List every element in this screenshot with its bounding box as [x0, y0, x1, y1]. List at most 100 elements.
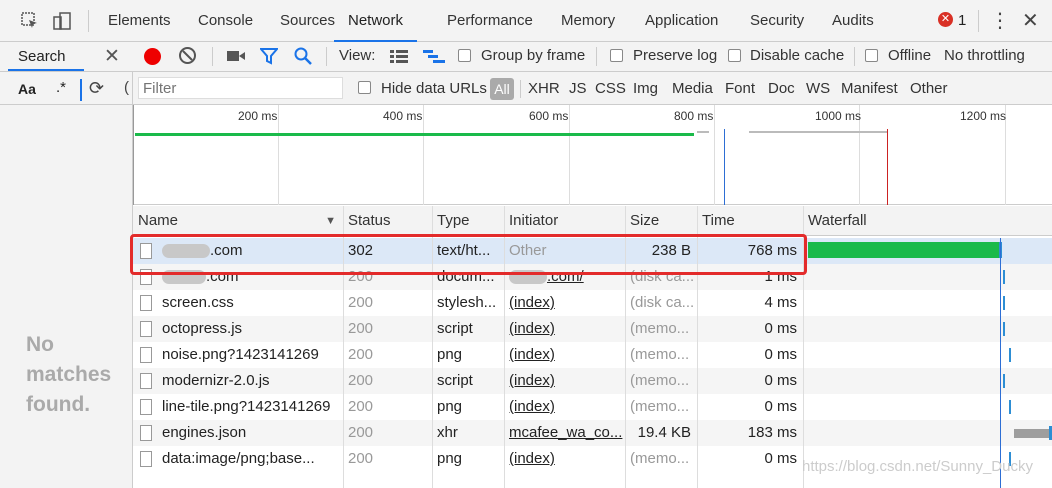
- request-size: (memo...: [630, 372, 690, 389]
- search-tab-underline: [8, 69, 84, 71]
- request-type: png: [437, 450, 463, 467]
- close-search-icon[interactable]: ✕: [104, 45, 120, 68]
- tab-performance[interactable]: Performance: [447, 0, 533, 42]
- offline-checkbox[interactable]: [865, 49, 878, 62]
- request-time: 0 ms: [764, 320, 797, 337]
- tab-elements[interactable]: Elements: [108, 0, 171, 42]
- request-type: stylesh...: [437, 294, 497, 311]
- filter-bar: Hide data URLs All XHR JS CSS Img Media …: [133, 72, 1052, 105]
- request-initiator: mcafee_wa_co...: [509, 424, 623, 441]
- col-header-status[interactable]: Status: [343, 206, 432, 236]
- col-header-name[interactable]: Name ▼: [133, 206, 343, 236]
- filter-type-img[interactable]: Img: [633, 72, 658, 105]
- table-row[interactable]: line-tile.png?1423141269 200 png (index) (me…: [133, 394, 1052, 420]
- match-case-button[interactable]: Aa: [18, 81, 36, 97]
- col-header-initiator[interactable]: Initiator: [504, 206, 625, 236]
- request-initiator: (index): [509, 450, 555, 467]
- preserve-log-label[interactable]: Preserve log: [633, 42, 717, 70]
- clear-log-icon[interactable]: [179, 47, 196, 64]
- filter-type-font[interactable]: Font: [725, 72, 755, 105]
- timeline-overview[interactable]: 200 ms 400 ms 600 ms 800 ms 1000 ms 1200…: [133, 105, 1052, 205]
- tab-network[interactable]: Network: [334, 0, 418, 42]
- filter-type-other[interactable]: Other: [910, 72, 948, 105]
- request-initiator: (index): [509, 346, 555, 363]
- filter-type-doc[interactable]: Doc: [768, 72, 795, 105]
- large-rows-icon[interactable]: [390, 49, 408, 67]
- disable-cache-checkbox[interactable]: [728, 49, 741, 62]
- table-row[interactable]: modernizr-2.0.js 200 script (index) (memo...…: [133, 368, 1052, 394]
- record-icon[interactable]: [144, 48, 161, 65]
- filter-type-ws[interactable]: WS: [806, 72, 830, 105]
- col-header-waterfall[interactable]: Waterfall: [803, 206, 1052, 236]
- waterfall-bar: [1003, 322, 1006, 336]
- close-devtools-icon[interactable]: ✕: [1022, 0, 1039, 42]
- search-icon[interactable]: [294, 47, 313, 70]
- request-time: 0 ms: [764, 398, 797, 415]
- waterfall-bar: [1003, 296, 1006, 310]
- hide-data-urls-label[interactable]: Hide data URLs: [381, 72, 487, 105]
- col-header-time[interactable]: Time: [697, 206, 803, 236]
- request-name: engines.json: [133, 420, 343, 446]
- error-count[interactable]: 1: [958, 0, 966, 42]
- disable-cache-label[interactable]: Disable cache: [750, 42, 844, 70]
- request-status: 200: [348, 398, 374, 415]
- tab-audits[interactable]: Audits: [832, 0, 874, 42]
- request-rows: .com 302 text/ht... Other 238 B 768 ms .com 200…: [133, 238, 1052, 488]
- waterfall-bar: [1014, 429, 1052, 438]
- inspect-element-icon[interactable]: [20, 11, 40, 31]
- tab-console[interactable]: Console: [198, 0, 253, 42]
- waterfall-bar: [1003, 374, 1006, 388]
- search-panel: Search ✕ Aa .* ⟳ ( No matches found.: [0, 42, 133, 488]
- filter-type-css[interactable]: CSS: [595, 72, 626, 105]
- search-input-caret[interactable]: [80, 79, 82, 101]
- filter-type-all[interactable]: All: [490, 78, 514, 100]
- filter-type-manifest[interactable]: Manifest: [841, 72, 898, 105]
- dom-content-loaded-line: [724, 129, 725, 205]
- request-name: noise.png?1423141269: [133, 342, 343, 368]
- timeline-tick: 1200 ms: [960, 109, 1007, 123]
- filter-type-xhr[interactable]: XHR: [528, 72, 560, 105]
- table-row[interactable]: engines.json 200 xhr mcafee_wa_co... 19.4 KB…: [133, 420, 1052, 446]
- timeline-tick: 1000 ms: [815, 109, 862, 123]
- search-tab[interactable]: Search: [18, 48, 66, 65]
- table-row[interactable]: octopress.js 200 script (index) (memo... 0 ms: [133, 316, 1052, 342]
- filter-type-js[interactable]: JS: [569, 72, 587, 105]
- hide-data-urls-checkbox[interactable]: [358, 81, 371, 94]
- table-row[interactable]: noise.png?1423141269 200 png (index) (memo..…: [133, 342, 1052, 368]
- tab-sources[interactable]: Sources: [280, 0, 335, 42]
- request-type: xhr: [437, 424, 458, 441]
- col-header-type[interactable]: Type: [432, 206, 504, 236]
- offline-label[interactable]: Offline: [888, 42, 931, 70]
- tab-security[interactable]: Security: [750, 0, 804, 42]
- refresh-icon[interactable]: ⟳: [89, 78, 104, 99]
- request-name: line-tile.png?1423141269: [133, 394, 343, 420]
- group-by-frame-checkbox[interactable]: [458, 49, 471, 62]
- request-name: modernizr-2.0.js: [133, 368, 343, 394]
- group-by-frame-label[interactable]: Group by frame: [481, 42, 585, 70]
- request-status: 200: [348, 424, 374, 441]
- filter-icon[interactable]: [258, 47, 280, 69]
- overview-gray-bar: [697, 131, 709, 133]
- device-toolbar-icon[interactable]: [52, 11, 72, 31]
- col-header-size[interactable]: Size: [625, 206, 697, 236]
- tab-memory[interactable]: Memory: [561, 0, 615, 42]
- timeline-tick: 200 ms: [238, 109, 278, 123]
- regex-button[interactable]: .*: [56, 79, 66, 96]
- file-icon: [140, 451, 152, 467]
- preserve-log-checkbox[interactable]: [610, 49, 623, 62]
- waterfall-bar: [808, 242, 1000, 258]
- video-capture-icon[interactable]: [226, 48, 246, 68]
- tab-application[interactable]: Application: [645, 0, 718, 42]
- file-icon: [140, 373, 152, 389]
- filter-type-media[interactable]: Media: [672, 72, 713, 105]
- error-icon[interactable]: ✕: [938, 12, 953, 27]
- more-options-icon[interactable]: ⋮: [990, 0, 1010, 42]
- table-row[interactable]: screen.css 200 stylesh... (index) (disk ca..…: [133, 290, 1052, 316]
- waterfall-view-icon[interactable]: [423, 49, 445, 69]
- clear-icon[interactable]: (: [124, 79, 129, 96]
- request-initiator: (index): [509, 294, 555, 311]
- filter-input[interactable]: [138, 77, 343, 99]
- waterfall-dcl-line: [1000, 238, 1001, 488]
- request-time: 4 ms: [764, 294, 797, 311]
- throttling-select[interactable]: No throttling: [944, 42, 1025, 70]
